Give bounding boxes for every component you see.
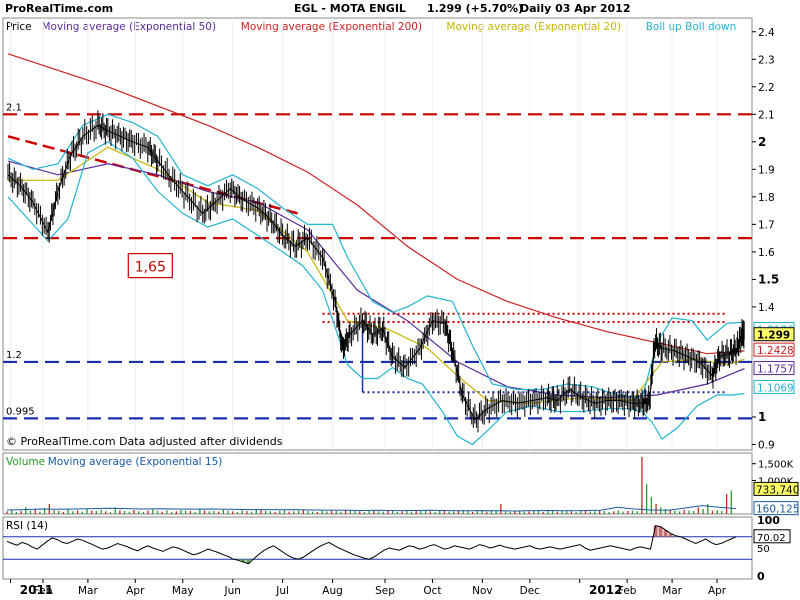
price-legend-item: Moving average (Exponential 50) <box>42 21 217 33</box>
y-tick-label: 1.7 <box>758 219 775 231</box>
volume-value-label: 733,740 <box>756 484 799 496</box>
y-tick-label: 1 <box>758 410 766 424</box>
ticker-title: EGL - MOTA ENGIL <box>294 2 406 15</box>
volume-y-ticks: 1,500K1,000K733,740160,125 <box>752 460 799 516</box>
volume-legend: Volume Moving average (Exponential 15) <box>6 456 222 468</box>
month-tick-label: Jun <box>223 585 240 597</box>
rsi-tick-label: 100 <box>757 514 780 527</box>
site-title: ProRealTime.com <box>5 2 113 15</box>
level-line-label: 1.2 <box>6 350 22 361</box>
month-tick-label: Jul <box>275 585 289 597</box>
rsi-panel <box>2 516 753 580</box>
month-tick-label: Apr <box>708 585 727 597</box>
y-tick-label: 1.4 <box>758 302 775 314</box>
volume-legend-item: Volume <box>6 456 45 468</box>
price-legend-item: Moving average (Exponential 20) <box>446 21 621 33</box>
price-panel <box>2 17 753 451</box>
month-tick-label: Aug <box>322 585 343 597</box>
month-tick-label: Mar <box>78 585 98 597</box>
month-tick-label: Feb <box>618 585 637 597</box>
right-value-label: 1.1757 <box>757 364 794 376</box>
month-tick-label: Nov <box>472 585 493 597</box>
chart-canvas: ProRealTime.com EGL - MOTA ENGIL 1.299 (… <box>2 2 799 597</box>
price-annotations: 1,65 <box>127 253 173 279</box>
month-tick-label: Apr <box>126 585 145 597</box>
level-line-label: 2.1 <box>6 102 22 113</box>
period-label: Daily 03 Apr 2012 <box>520 2 631 15</box>
month-tick-label: Dec <box>520 585 541 597</box>
rsi-legend-item: RSI (14) <box>6 520 48 532</box>
right-value-label: 1.299 <box>757 330 790 342</box>
y-tick-label: 1.8 <box>758 192 775 204</box>
month-tick-label: May <box>172 585 194 597</box>
y-tick-label: 1.5 <box>758 272 779 286</box>
last-price: 1.299 (+5.70%) <box>427 2 523 15</box>
rsi-tick-label: 70.02 <box>757 533 786 544</box>
month-tick-label: Feb <box>34 585 53 597</box>
y-tick-label: 2.2 <box>758 82 775 94</box>
y-tick-label: 2.4 <box>758 27 775 39</box>
price-right-labels: 1.31861.2991.24281.17571.1069 <box>753 321 795 395</box>
annotation-label: 1,65 <box>135 260 166 276</box>
volume-legend-item: Moving average (Exponential 15) <box>48 456 223 468</box>
y-tick-label: 2 <box>758 135 766 149</box>
rsi-y-ticks: 100 70.0250 0 <box>753 514 791 583</box>
price-legend-item: Boll up Boll down <box>646 21 737 33</box>
chart-page: ProRealTime.com EGL - MOTA ENGIL 1.299 (… <box>0 0 800 600</box>
rsi-legend: RSI (14) <box>6 520 48 532</box>
right-value-label: 1.2428 <box>757 345 794 357</box>
price-legend-item: Moving average (Exponential 200) <box>241 21 422 33</box>
y-tick-label: 2.3 <box>758 54 775 66</box>
month-tick-label: Sep <box>375 585 395 597</box>
y-tick-label: 0.9 <box>758 439 775 451</box>
y-tick-label: 2.1 <box>758 109 775 121</box>
y-tick-label: 1.6 <box>758 247 775 259</box>
month-tick-label: Mar <box>662 585 682 597</box>
price-legend-item: Price <box>6 21 32 33</box>
rsi-tick-label: 50 <box>757 544 770 555</box>
y-tick-label: 1.9 <box>758 164 775 176</box>
level-line-label: 0.995 <box>6 406 35 417</box>
volume-tick-label: 1,500K <box>758 460 794 471</box>
right-value-label: 1.1069 <box>757 383 794 395</box>
footer-note: © ProRealTime.com Data adjusted after di… <box>6 435 283 448</box>
rsi-tick-label: 0 <box>757 570 765 583</box>
x-axis-months: 2011Feb Mar Apr May Jun Jul Aug Sep Oct Nov Dec 201… <box>9 579 727 597</box>
month-tick-label: Oct <box>423 585 441 597</box>
